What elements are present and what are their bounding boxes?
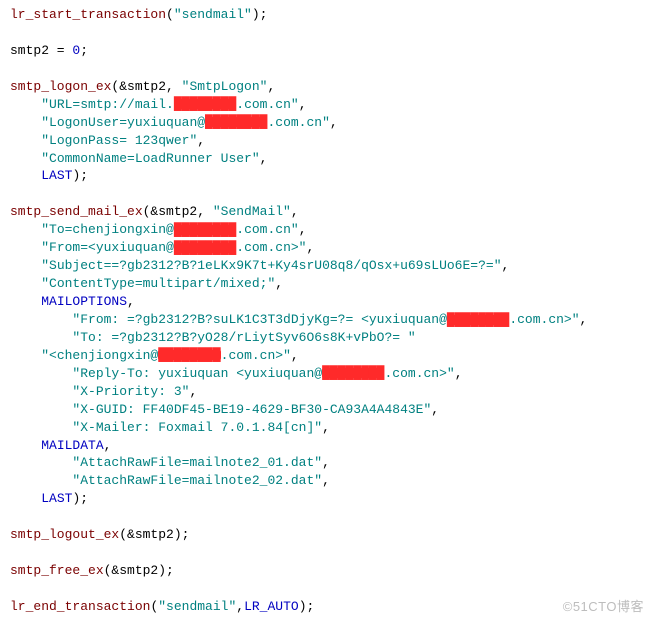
- redaction: ████████: [447, 315, 509, 325]
- args: (&smtp2);: [119, 527, 189, 542]
- fn-lr-end-transaction: lr_end_transaction: [10, 599, 150, 614]
- fn-lr-start-transaction: lr_start_transaction: [10, 7, 166, 22]
- string-literal: .com.cn": [267, 115, 329, 130]
- string-literal: "From=<yuxiuquan@: [41, 240, 174, 255]
- args: (&smtp2);: [104, 563, 174, 578]
- fn-smtp-send-mail-ex: smtp_send_mail_ex: [10, 204, 143, 219]
- redaction: ████████: [174, 225, 236, 235]
- string-literal: "X-Priority: 3": [72, 384, 189, 399]
- redaction: ████████: [322, 368, 384, 378]
- kw-maildata: MAILDATA: [41, 438, 103, 453]
- string-literal: "CommonName=LoadRunner User": [41, 151, 259, 166]
- string-literal: "AttachRawFile=mailnote2_02.dat": [72, 473, 322, 488]
- string-literal: "LogonUser=yuxiuquan@: [41, 115, 205, 130]
- fn-smtp-free-ex: smtp_free_ex: [10, 563, 104, 578]
- string-literal: .com.cn": [236, 222, 298, 237]
- string-literal: .com.cn": [236, 97, 298, 112]
- string-literal: "sendmail": [174, 7, 252, 22]
- kw-lr-auto: LR_AUTO: [244, 599, 299, 614]
- string-literal: "SendMail": [213, 204, 291, 219]
- string-literal: "SmtpLogon": [182, 79, 268, 94]
- args: (&smtp2,: [111, 79, 181, 94]
- string-literal: "Subject==?gb2312?B?1eLKx9K7t+Ky4srU08q8…: [41, 258, 501, 273]
- string-literal: "<chenjiongxin@: [41, 348, 158, 363]
- string-literal: "sendmail": [158, 599, 236, 614]
- watermark: ©51CTO博客: [563, 598, 644, 616]
- kw-last: LAST: [41, 168, 72, 183]
- string-literal: "X-Mailer: Foxmail 7.0.1.84[cn]": [72, 420, 322, 435]
- string-literal: .com.cn>": [236, 240, 306, 255]
- redaction: ████████: [174, 99, 236, 109]
- string-literal: "LogonPass= 123qwer": [41, 133, 197, 148]
- string-literal: "ContentType=multipart/mixed;": [41, 276, 275, 291]
- kw-mailoptions: MAILOPTIONS: [41, 294, 127, 309]
- redaction: ████████: [158, 350, 220, 360]
- string-literal: "To: =?gb2312?B?yO28/rLiytSyv6O6s8K+vPbO…: [72, 330, 415, 345]
- string-literal: .com.cn>": [384, 366, 454, 381]
- string-literal: "Reply-To: yuxiuquan <yuxiuquan@: [72, 366, 322, 381]
- string-literal: "X-GUID: FF40DF45-BE19-4629-BF30-CA93A4A…: [72, 402, 431, 417]
- fn-smtp-logout-ex: smtp_logout_ex: [10, 527, 119, 542]
- string-literal: "URL=smtp://mail.: [41, 97, 174, 112]
- fn-smtp-logon-ex: smtp_logon_ex: [10, 79, 111, 94]
- redaction: ████████: [205, 117, 267, 127]
- string-literal: "AttachRawFile=mailnote2_01.dat": [72, 455, 322, 470]
- string-literal: .com.cn>": [509, 312, 579, 327]
- number-zero: 0: [72, 43, 80, 58]
- assign-smtp2: smtp2 =: [10, 43, 72, 58]
- string-literal: .com.cn>": [221, 348, 291, 363]
- code-block: lr_start_transaction("sendmail"); smtp2 …: [10, 6, 642, 616]
- redaction: ████████: [174, 243, 236, 253]
- string-literal: "From: =?gb2312?B?suLK1C3T3dDjyKg=?= <yu…: [72, 312, 446, 327]
- kw-last: LAST: [41, 491, 72, 506]
- args: (&smtp2,: [143, 204, 213, 219]
- string-literal: "To=chenjiongxin@: [41, 222, 174, 237]
